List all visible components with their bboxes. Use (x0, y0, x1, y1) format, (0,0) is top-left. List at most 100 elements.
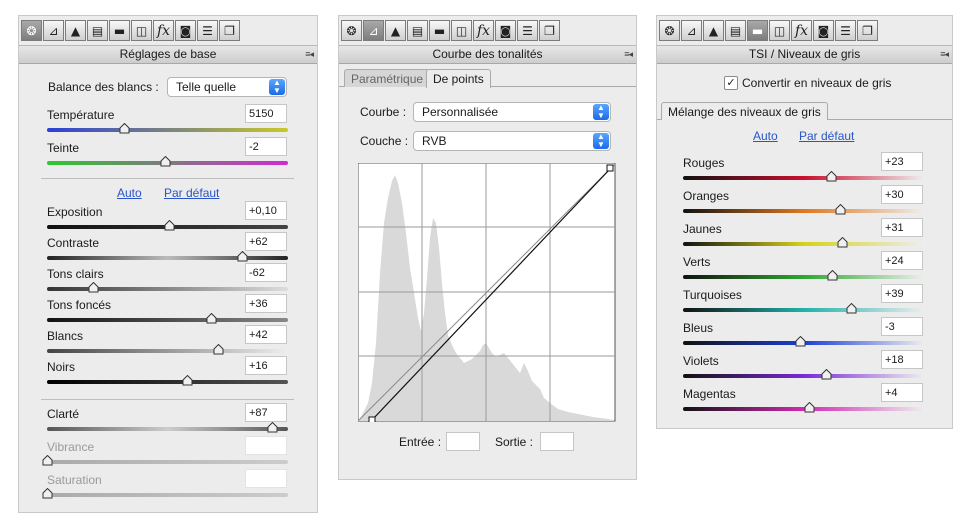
curve-icon[interactable]: ⊿ (43, 20, 64, 41)
presets-icon[interactable]: ❐ (539, 20, 560, 41)
fx-icon[interactable]: fx (153, 20, 174, 41)
highlights-slider-track[interactable] (47, 282, 288, 293)
magentas-slider-thumb[interactable] (804, 402, 815, 413)
aperture-icon[interactable]: ❂ (659, 20, 680, 41)
blacks-slider-thumb[interactable] (182, 375, 193, 386)
jaunes-slider-track[interactable] (683, 237, 925, 248)
aperture-icon[interactable]: ❂ (21, 20, 42, 41)
default-link[interactable]: Par défaut (164, 186, 219, 200)
contrast-slider-thumb[interactable] (237, 251, 248, 262)
channel-select[interactable]: RVB ▲ ▼ (413, 131, 611, 151)
highlights-value[interactable]: -62 (245, 263, 287, 282)
verts-slider-thumb[interactable] (827, 270, 838, 281)
camera-icon[interactable]: ◙ (813, 20, 834, 41)
curve-icon[interactable]: ⊿ (681, 20, 702, 41)
tab-parametric[interactable]: Paramétrique (344, 69, 431, 87)
default-link[interactable]: Par défaut (799, 129, 854, 143)
temperature-slider-track[interactable] (47, 123, 288, 134)
split-icon[interactable]: ◫ (451, 20, 472, 41)
magentas-value[interactable]: +4 (881, 383, 923, 402)
fx-icon[interactable]: fx (791, 20, 812, 41)
shadows-slider-thumb[interactable] (206, 313, 217, 324)
sliders-icon[interactable]: ☰ (835, 20, 856, 41)
contrast-slider-track[interactable] (47, 251, 288, 262)
contrast-value[interactable]: +62 (245, 232, 287, 251)
exposure-value[interactable]: +0,10 (245, 201, 287, 220)
jaunes-value[interactable]: +31 (881, 218, 923, 237)
split-icon[interactable]: ◫ (131, 20, 152, 41)
rouges-slider-track[interactable] (683, 171, 925, 182)
detail-icon[interactable]: ▤ (407, 20, 428, 41)
bleus-value[interactable]: -3 (881, 317, 923, 336)
saturation-slider-track[interactable] (42, 488, 288, 499)
detail-icon[interactable]: ▤ (725, 20, 746, 41)
saturation-value[interactable] (245, 469, 287, 488)
whites-value[interactable]: +42 (245, 325, 287, 344)
tab-points[interactable]: De points (426, 69, 491, 88)
violets-slider-track[interactable] (683, 369, 925, 380)
whites-slider-track[interactable] (47, 344, 288, 355)
auto-link[interactable]: Auto (117, 186, 142, 200)
sliders-icon[interactable]: ☰ (517, 20, 538, 41)
turquoises-slider-track[interactable] (683, 303, 925, 314)
turquoises-value[interactable]: +39 (881, 284, 923, 303)
mountain-icon[interactable]: ▲ (703, 20, 724, 41)
white-balance-select[interactable]: Telle quelle ▲ ▼ (167, 77, 287, 97)
tint-slider-track[interactable] (47, 156, 288, 167)
temperature-value[interactable]: 5150 (245, 104, 287, 123)
mountain-icon[interactable]: ▲ (385, 20, 406, 41)
temperature-slider-thumb[interactable] (119, 123, 130, 134)
presets-icon[interactable]: ❐ (219, 20, 240, 41)
vibrance-slider-track[interactable] (42, 455, 288, 466)
curve-graph[interactable] (358, 163, 616, 422)
tint-slider-thumb[interactable] (160, 156, 171, 167)
auto-link[interactable]: Auto (753, 129, 778, 143)
curve-point-white[interactable] (606, 164, 614, 172)
oranges-slider-thumb[interactable] (835, 204, 846, 215)
aperture-icon[interactable]: ❂ (341, 20, 362, 41)
input-field[interactable] (446, 432, 480, 451)
panel-menu-icon[interactable]: ≡◂ (940, 46, 949, 63)
split-icon[interactable]: ◫ (769, 20, 790, 41)
jaunes-slider-thumb[interactable] (837, 237, 848, 248)
panel-menu-icon[interactable]: ≡◂ (624, 46, 633, 63)
highlights-slider-thumb[interactable] (88, 282, 99, 293)
exposure-slider-thumb[interactable] (164, 220, 175, 231)
saturation-slider-thumb[interactable] (42, 488, 53, 499)
grayscale-icon[interactable]: ▬ (109, 20, 130, 41)
output-field[interactable] (540, 432, 574, 451)
mountain-icon[interactable]: ▲ (65, 20, 86, 41)
magentas-slider-track[interactable] (683, 402, 925, 413)
grayscale-icon[interactable]: ▬ (747, 20, 768, 41)
shadows-slider-track[interactable] (47, 313, 288, 324)
violets-value[interactable]: +18 (881, 350, 923, 369)
sliders-icon[interactable]: ☰ (197, 20, 218, 41)
shadows-value[interactable]: +36 (245, 294, 287, 313)
oranges-slider-track[interactable] (683, 204, 925, 215)
vibrance-slider-thumb[interactable] (42, 455, 53, 466)
whites-slider-thumb[interactable] (213, 344, 224, 355)
curve-point-black[interactable] (368, 416, 376, 422)
turquoises-slider-thumb[interactable] (846, 303, 857, 314)
detail-icon[interactable]: ▤ (87, 20, 108, 41)
fx-icon[interactable]: fx (473, 20, 494, 41)
clarity-slider-thumb[interactable] (267, 422, 278, 433)
curve-select[interactable]: Personnalisée ▲ ▼ (413, 102, 611, 122)
verts-value[interactable]: +24 (881, 251, 923, 270)
verts-slider-track[interactable] (683, 270, 925, 281)
violets-slider-thumb[interactable] (821, 369, 832, 380)
presets-icon[interactable]: ❐ (857, 20, 878, 41)
bleus-slider-thumb[interactable] (795, 336, 806, 347)
grayscale-icon[interactable]: ▬ (429, 20, 450, 41)
rouges-value[interactable]: +23 (881, 152, 923, 171)
clarity-slider-track[interactable] (47, 422, 288, 433)
exposure-slider-track[interactable] (47, 220, 288, 231)
camera-icon[interactable]: ◙ (175, 20, 196, 41)
camera-icon[interactable]: ◙ (495, 20, 516, 41)
curve-icon[interactable]: ⊿ (363, 20, 384, 41)
bleus-slider-track[interactable] (683, 336, 925, 347)
panel-menu-icon[interactable]: ≡◂ (305, 46, 314, 63)
oranges-value[interactable]: +30 (881, 185, 923, 204)
clarity-value[interactable]: +87 (245, 403, 287, 422)
tab-grayscale-mix[interactable]: Mélange des niveaux de gris (661, 102, 828, 120)
